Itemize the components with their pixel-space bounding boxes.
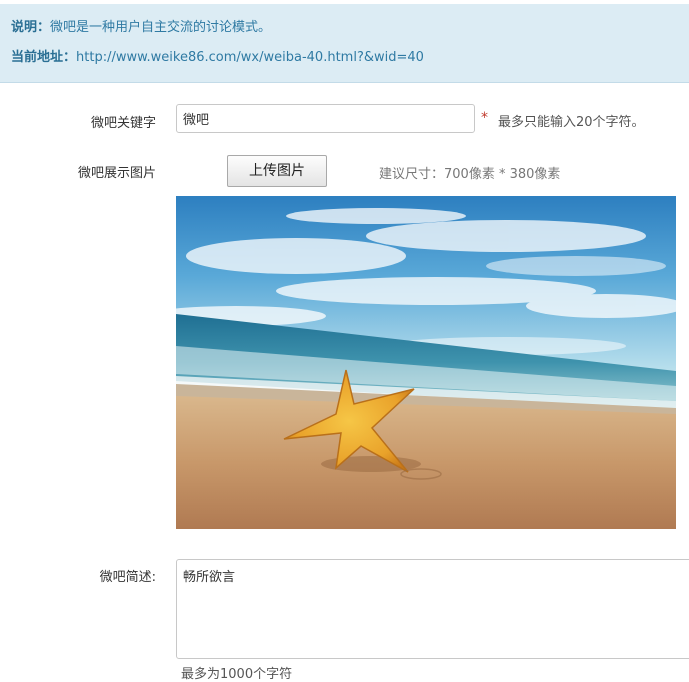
image-label: 微吧展示图片 [77,166,156,181]
required-mark: * [481,110,488,126]
description-label: 说明： [11,20,51,35]
description-textarea[interactable]: 畅所欲言 [176,559,689,659]
keyword-hint: 最多只能输入20个字符。 [498,115,645,130]
description-hint: 最多为1000个字符 [181,667,293,682]
current-address-url[interactable]: http://www.weike86.com/wx/weiba-40.html?… [76,50,424,65]
current-address-line: 当前地址：http://www.weike86.com/wx/weiba-40.… [11,46,424,65]
description-label-field: 微吧简述: [99,570,156,585]
upload-image-button[interactable]: 上传图片 [227,155,327,187]
description-text: 微吧是一种用户自主交流的讨论模式。 [50,20,272,35]
image-size-hint: 建议尺寸：700像素 * 380像素 [379,167,561,182]
image-preview [176,196,676,529]
info-notice-panel: 说明：微吧是一种用户自主交流的讨论模式。 当前地址：http://www.wei… [0,4,689,83]
keyword-input[interactable] [176,104,475,133]
description-line: 说明：微吧是一种用户自主交流的讨论模式。 [11,16,271,35]
keyword-label: 微吧关键字 [90,116,156,131]
beach-starfish-image [176,196,676,529]
current-address-label: 当前地址： [11,50,77,65]
